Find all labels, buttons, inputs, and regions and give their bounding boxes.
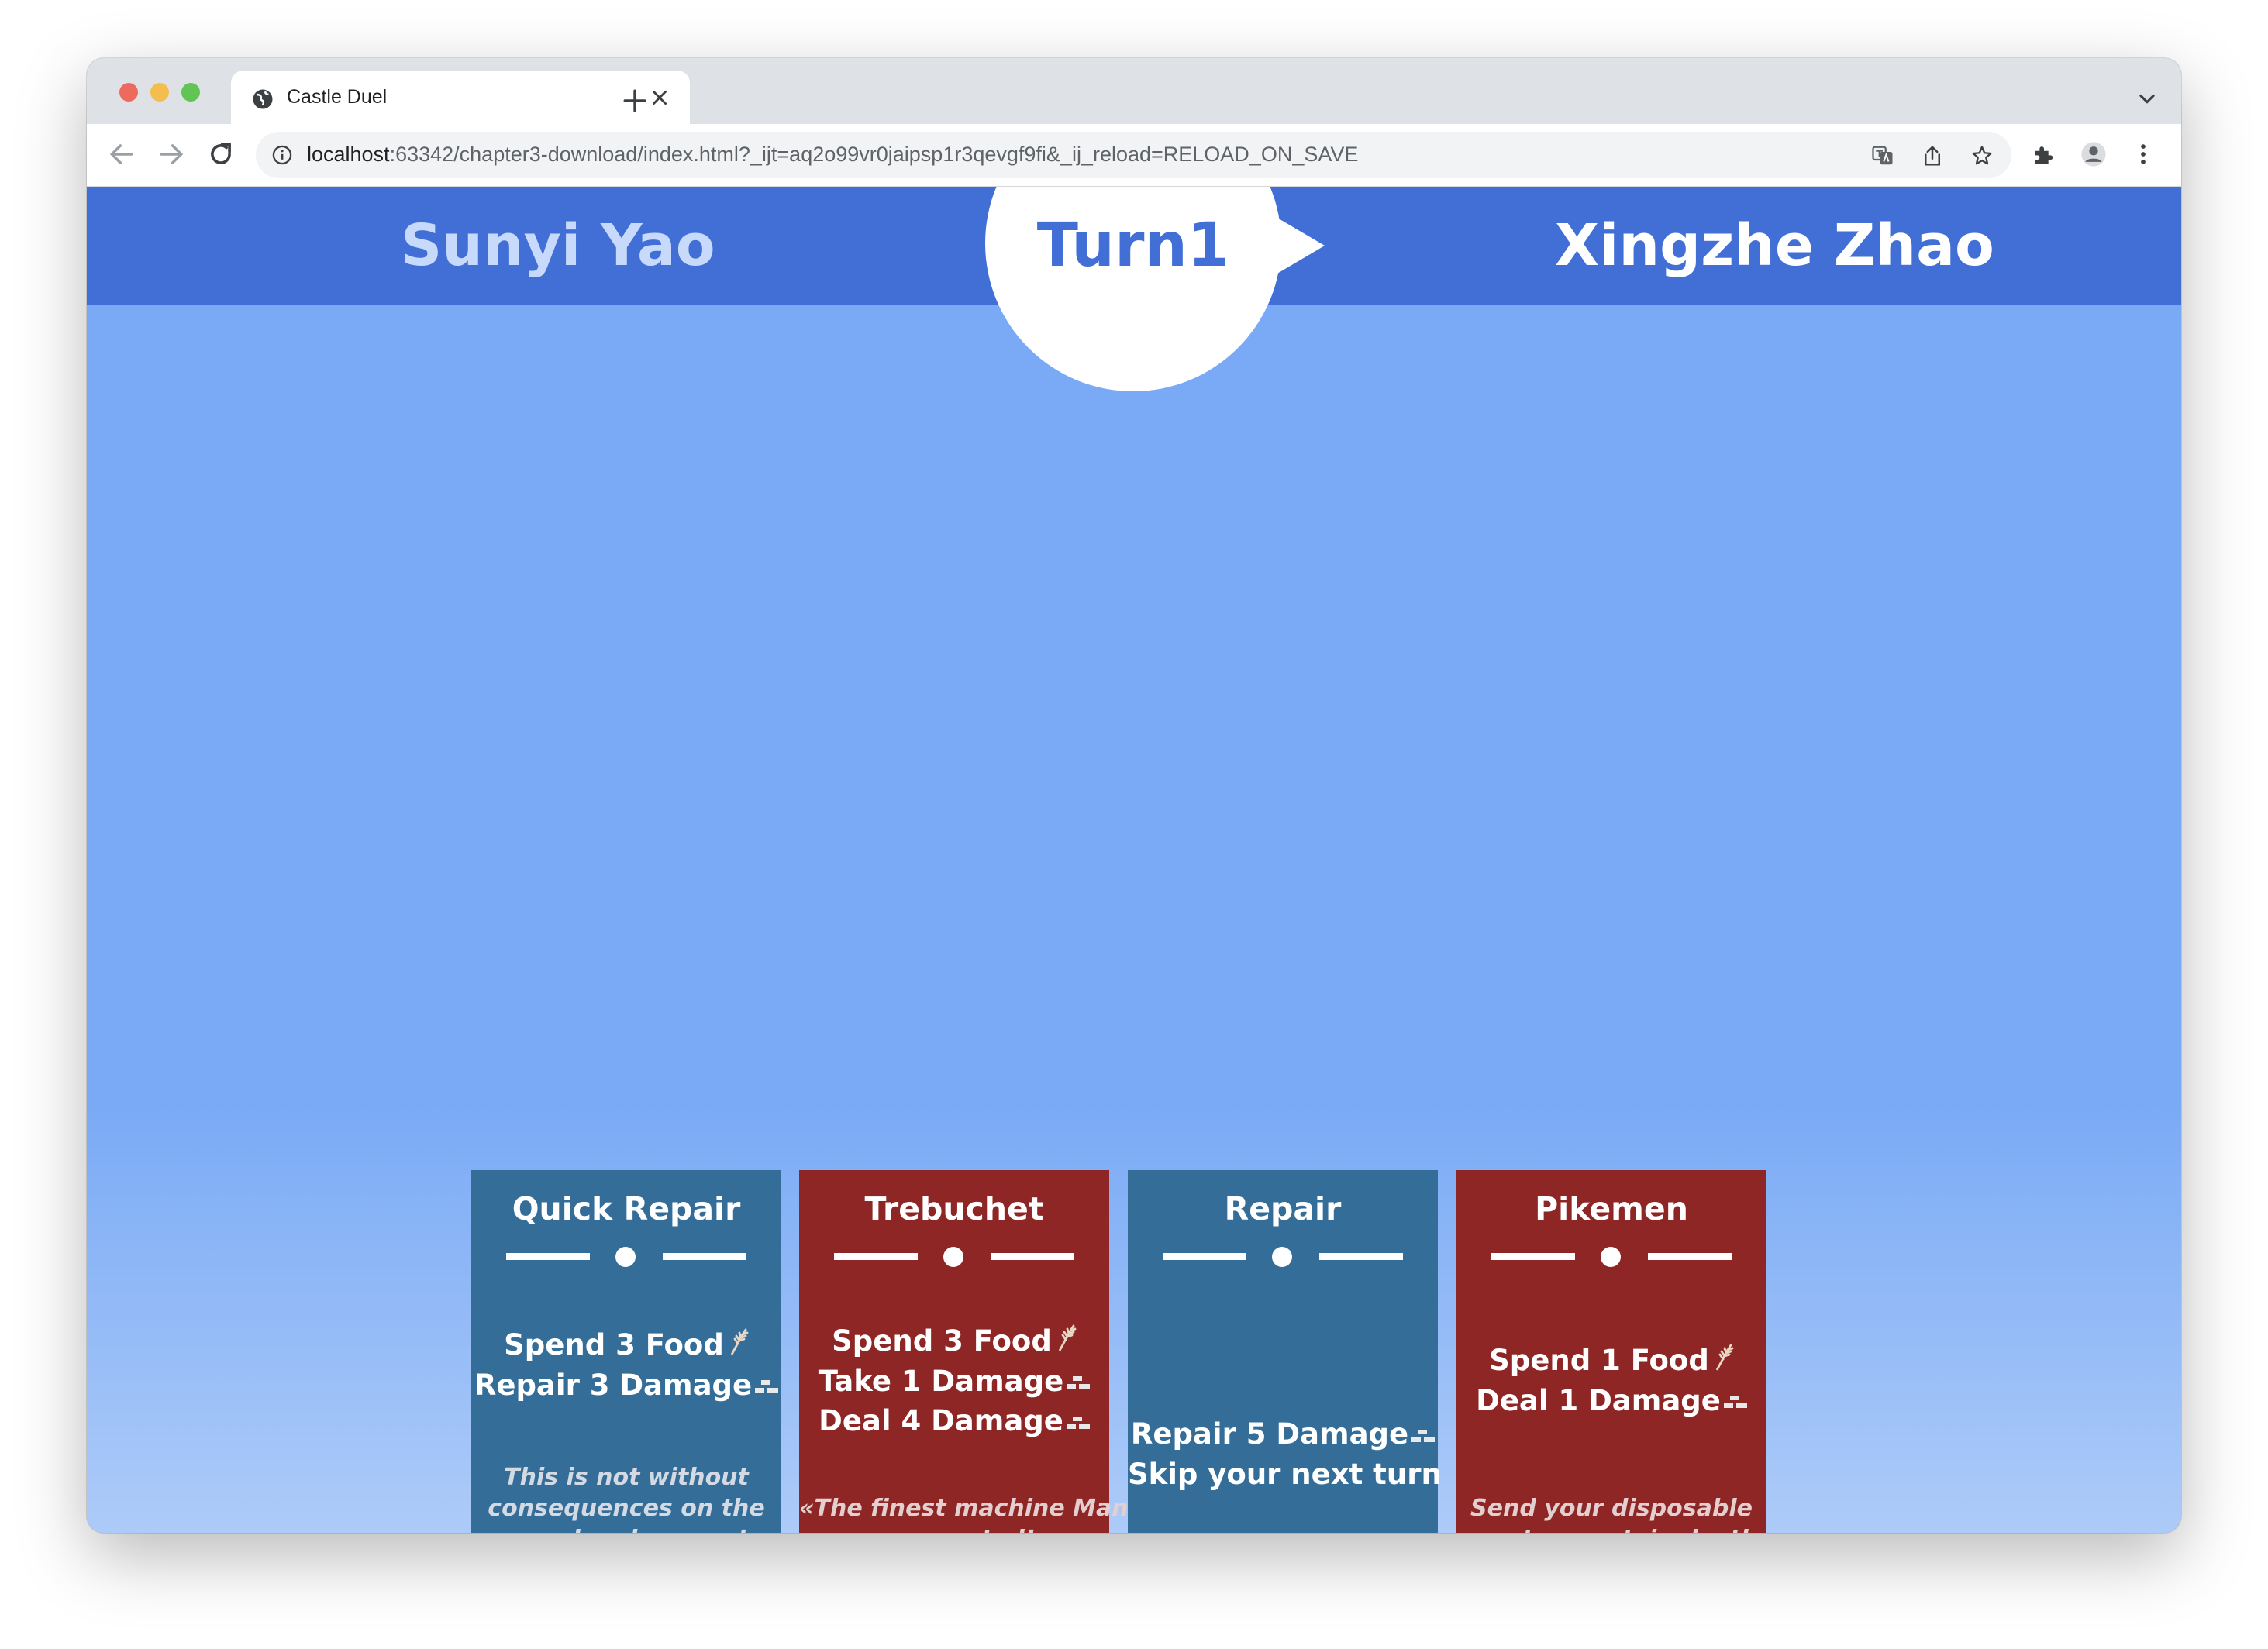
flavor-line: men to a certain death. — [1456, 1524, 1766, 1533]
player-left-name: Sunyi Yao — [401, 212, 715, 279]
card-quick-repair[interactable]: Quick Repair This is not without consequen… — [471, 1170, 781, 1533]
turn-label: Turn1 — [1036, 211, 1230, 281]
card-description: Spend 3 Food Repair 3 Damage — [471, 1326, 781, 1406]
description-line: Spend 1 Food — [1456, 1341, 1766, 1382]
damage-icon — [1066, 1403, 1090, 1442]
description-text: Skip your next turn — [1128, 1457, 1442, 1491]
card-pikemen[interactable]: Pikemen Send your disposable men to a cert… — [1456, 1170, 1766, 1533]
damage-icon — [1723, 1382, 1747, 1421]
card-title: Quick Repair — [512, 1190, 741, 1227]
flavor-line: moral and energy! — [471, 1524, 781, 1533]
card-title: Repair — [1224, 1190, 1342, 1227]
description-text: Deal 1 Damage — [1476, 1383, 1721, 1417]
card-description: Spend 1 Food Deal 1 Damage — [1456, 1341, 1766, 1421]
description-line: Repair 3 Damage — [471, 1366, 781, 1406]
browser-toolbar: localhost:63342/chapter3-download/index.… — [87, 124, 2181, 187]
damage-icon — [1411, 1417, 1436, 1455]
description-text: Spend 3 Food — [504, 1328, 724, 1362]
close-tab-icon[interactable] — [650, 88, 670, 108]
description-line: Spend 3 Food — [471, 1326, 781, 1366]
card-repair[interactable]: Repair Repair 5 Damage Skip your next turn — [1128, 1170, 1442, 1533]
description-line: Deal 4 Damage — [799, 1402, 1109, 1442]
damage-icon — [1067, 1363, 1091, 1402]
maximize-window-button[interactable] — [181, 83, 200, 102]
description-text: Take 1 Damage — [818, 1364, 1064, 1398]
close-window-button[interactable] — [119, 83, 138, 102]
food-icon — [1055, 1324, 1077, 1362]
description-line: Take 1 Damage — [799, 1362, 1109, 1403]
card-title: Pikemen — [1535, 1190, 1688, 1227]
forward-icon[interactable] — [157, 139, 186, 169]
reload-icon[interactable] — [206, 139, 236, 169]
description-line: Deal 1 Damage — [1456, 1382, 1766, 1422]
food-icon — [1712, 1343, 1734, 1382]
food-icon — [727, 1327, 749, 1366]
translate-icon[interactable] — [1871, 144, 1894, 167]
chevron-down-icon[interactable] — [2136, 88, 2158, 109]
address-bar[interactable]: localhost:63342/chapter3-download/index.… — [256, 132, 2011, 178]
flavor-line: This is not without — [504, 1464, 749, 1491]
description-line: Spend 3 Food — [799, 1322, 1109, 1362]
url-text[interactable]: localhost:63342/chapter3-download/index.… — [307, 143, 1358, 167]
card-flavor-text: «The finest machine Man ever created!» — [799, 1493, 1129, 1533]
flavor-line: Send your disposable — [1470, 1495, 1753, 1522]
description-text: Spend 1 Food — [1489, 1344, 1709, 1377]
player-right-name: Xingzhe Zhao — [1555, 212, 1994, 279]
card-title: Trebuchet — [864, 1190, 1044, 1227]
profile-avatar-icon[interactable] — [2080, 141, 2107, 167]
description-text: Deal 4 Damage — [819, 1404, 1063, 1437]
new-tab-icon[interactable] — [622, 88, 648, 114]
flavor-line: «The finest machine Man — [799, 1495, 1129, 1522]
tab-strip: Castle Duel — [87, 58, 2181, 124]
card-flavor-text: This is not without consequences on the mo… — [471, 1462, 781, 1533]
card-description: Repair 5 Damage Skip your next turn — [1128, 1415, 1442, 1494]
flavor-line: ever created!» — [799, 1524, 1109, 1533]
back-icon[interactable] — [107, 139, 136, 169]
tab-title: Castle Duel — [287, 86, 388, 108]
damage-icon — [755, 1367, 779, 1406]
description-line: Skip your next turn — [1128, 1455, 1442, 1494]
globe-icon — [253, 89, 273, 109]
description-text: Repair 5 Damage — [1130, 1417, 1409, 1451]
description-text: Repair 3 Damage — [474, 1368, 753, 1402]
share-icon[interactable] — [1921, 144, 1944, 167]
card-flavor-text: Send your disposable men to a certain dea… — [1456, 1493, 1766, 1533]
description-text: Spend 3 Food — [832, 1324, 1052, 1358]
description-line: Repair 5 Damage — [1128, 1415, 1438, 1455]
flavor-line: consequences on the — [488, 1495, 765, 1522]
url-host: localhost — [307, 143, 390, 166]
minimize-window-button[interactable] — [150, 83, 169, 102]
browser-window: Castle Duel localhost:63342/chapter3-dow… — [87, 58, 2181, 1533]
card-description: Spend 3 Food Take 1 Damage Deal 4 Damage — [799, 1322, 1109, 1442]
game-page: Sunyi Yao Xingzhe Zhao Turn1 Quick Repai… — [87, 187, 2181, 1533]
card-trebuchet[interactable]: Trebuchet «The finest machine Man ever cre… — [799, 1170, 1129, 1533]
bookmark-star-icon[interactable] — [1970, 144, 1994, 167]
extensions-puzzle-icon[interactable] — [2031, 141, 2057, 167]
url-path: :63342/chapter3-download/index.html?_ijt… — [389, 143, 1359, 166]
site-info-icon[interactable] — [271, 144, 293, 166]
menu-kebab-icon[interactable] — [2130, 141, 2156, 167]
